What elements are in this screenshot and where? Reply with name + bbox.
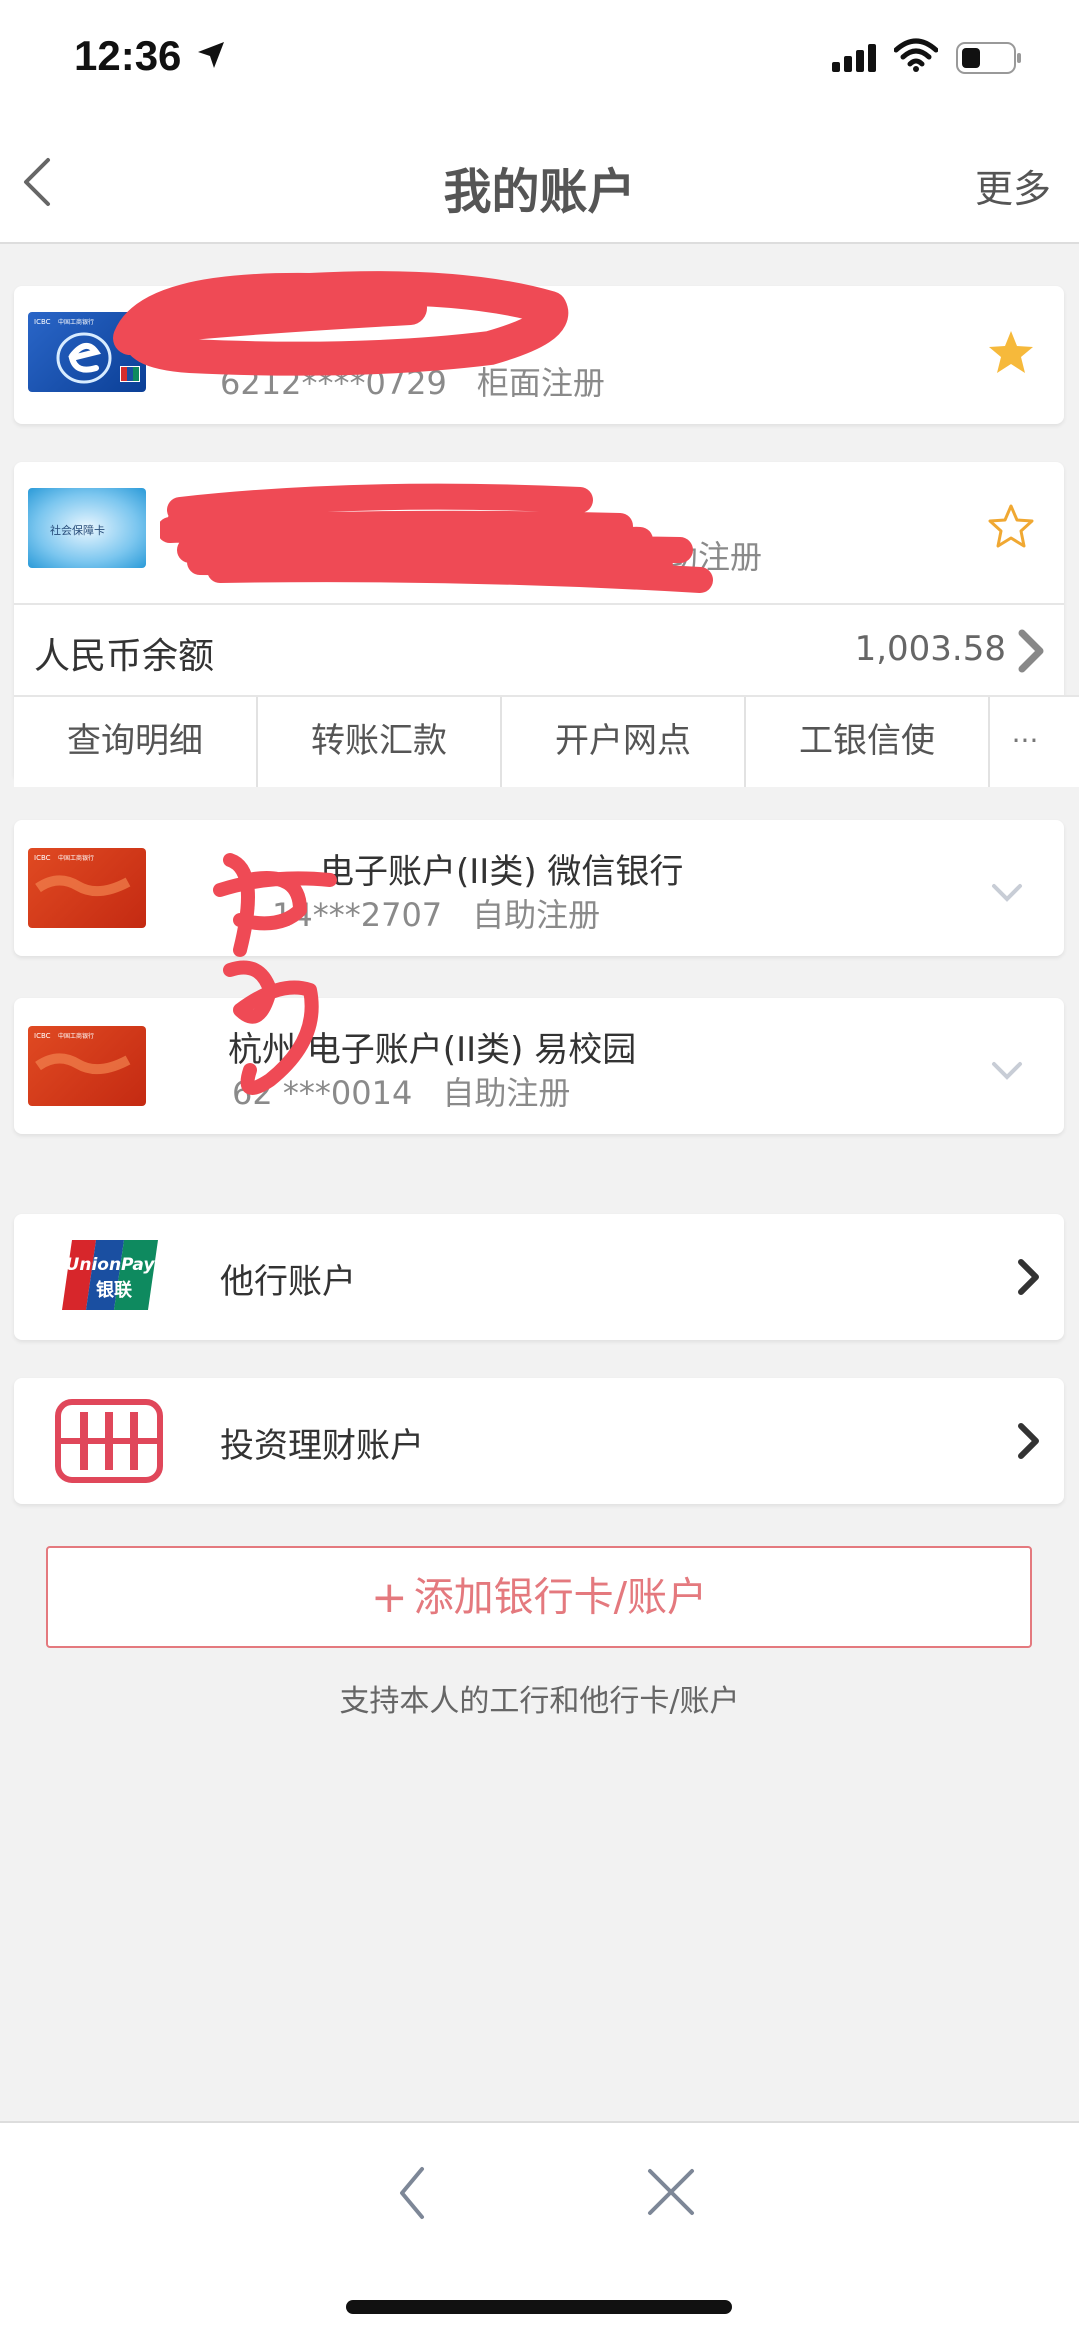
account-card[interactable]: ICBC 中国工商银行 杭州 电子账户(II类) 易校园 62 ***0014 自… (14, 998, 1064, 1134)
card-number: 62 ***0014 (232, 1074, 413, 1112)
unionpay-logo-icon: UnionPay 银联 (62, 1240, 158, 1310)
svg-text:中国工商银行: 中国工商银行 (58, 854, 94, 862)
svg-text:ICBC: ICBC (34, 854, 51, 862)
chevron-down-icon[interactable] (990, 1060, 1024, 1082)
icbc-e-card-image: ICBC 中国工商银行 (28, 312, 146, 392)
more-actions-button[interactable]: ··· (990, 697, 1060, 787)
battery-icon (956, 42, 1021, 74)
balance-row[interactable]: 人民币余额 1,003.58 (14, 603, 1064, 697)
add-card-hint: 支持本人的工行和他行卡/账户 (339, 1684, 740, 1719)
card-number: 6212****0729 (220, 364, 447, 402)
more-button[interactable]: 更多 (975, 158, 1051, 213)
add-card-button[interactable]: + 添加银行卡/账户 (46, 1546, 1032, 1648)
card-name: 电子账户(II类) 微信银行 (320, 852, 684, 892)
svg-text:UnionPay: UnionPay (66, 1255, 156, 1275)
svg-text:银联: 银联 (96, 1279, 132, 1301)
branch-button[interactable]: 开户网点 (502, 697, 746, 787)
card-number: 14***2707 (272, 896, 443, 934)
menu-label: 投资理财账户 (220, 1426, 424, 1466)
card-number-line: 6212****0729 柜面注册 (220, 358, 635, 404)
card-channel: 自助注册 (634, 538, 763, 576)
navigation-bar: 我的账户 更多 (0, 120, 1079, 244)
chevron-down-icon[interactable] (990, 882, 1024, 904)
plus-icon: + (370, 1571, 408, 1623)
account-card[interactable]: ICBC 中国工商银行 6212****0729 柜面注册 (14, 286, 1064, 424)
other-bank-accounts-item[interactable]: UnionPay 银联 他行账户 (14, 1214, 1064, 1340)
card-channel: 自助注册 (442, 1074, 571, 1112)
svg-text:ICBC: ICBC (34, 318, 51, 326)
transfer-button[interactable]: 转账汇款 (258, 697, 502, 787)
query-details-button[interactable]: 查询明细 (14, 697, 258, 787)
chevron-right-icon (1018, 629, 1044, 673)
card-channel: 柜面注册 (476, 364, 605, 402)
add-card-label: 添加银行卡/账户 (413, 1574, 708, 1621)
back-arrow-icon[interactable] (388, 2163, 438, 2223)
card-actions: 查询明细 转账汇款 开户网点 工银信使 ··· (14, 695, 1079, 787)
account-card[interactable]: ICBC 中国工商银行 电子账户(II类) 微信银行 14***2707 自助注册 (14, 820, 1064, 956)
svg-text:中国工商银行: 中国工商银行 (58, 1032, 94, 1040)
card-number-line: 62 ***0014 自助注册 (232, 1068, 600, 1114)
status-time: 12:36 (74, 32, 182, 79)
chevron-right-icon (1018, 1259, 1039, 1295)
close-icon[interactable] (644, 2165, 698, 2219)
balance-value: 1,003.58 (854, 629, 1006, 669)
social-security-card-image: 社会保障卡 (28, 488, 146, 568)
star-filled-icon[interactable] (986, 328, 1036, 378)
location-arrow-icon (198, 42, 224, 68)
balance-label: 人民币余额 (34, 636, 215, 677)
svg-text:中国工商银行: 中国工商银行 (58, 318, 94, 326)
svg-text:社会保障卡: 社会保障卡 (50, 523, 105, 537)
e-card-logo-icon: ICBC 中国工商银行 (34, 318, 140, 384)
icbc-orange-card-image: ICBC 中国工商银行 (28, 848, 146, 928)
page-title: 我的账户 (443, 164, 636, 220)
menu-label: 他行账户 (220, 1262, 356, 1302)
card-name: 杭州 电子账户(II类) 易校园 (228, 1030, 637, 1070)
cellular-signal-icon (832, 44, 876, 72)
svg-text:ICBC: ICBC (34, 1032, 51, 1040)
icbc-messenger-button[interactable]: 工银信使 (746, 697, 990, 787)
chevron-right-icon (1018, 1423, 1039, 1459)
icbc-orange-card-image: ICBC 中国工商银行 (28, 1026, 146, 1106)
card-number-line: 14***2707 自助注册 (272, 890, 630, 936)
investment-accounts-item[interactable]: 投资理财账户 (14, 1378, 1064, 1504)
wifi-icon (894, 38, 938, 72)
status-bar: 12:36 (0, 0, 1079, 120)
home-indicator (346, 2300, 732, 2314)
card-channel-line: 自助注册 (634, 532, 792, 578)
star-outline-icon[interactable] (986, 502, 1036, 552)
abacus-icon (55, 1399, 163, 1483)
card-channel: 自助注册 (472, 896, 601, 934)
